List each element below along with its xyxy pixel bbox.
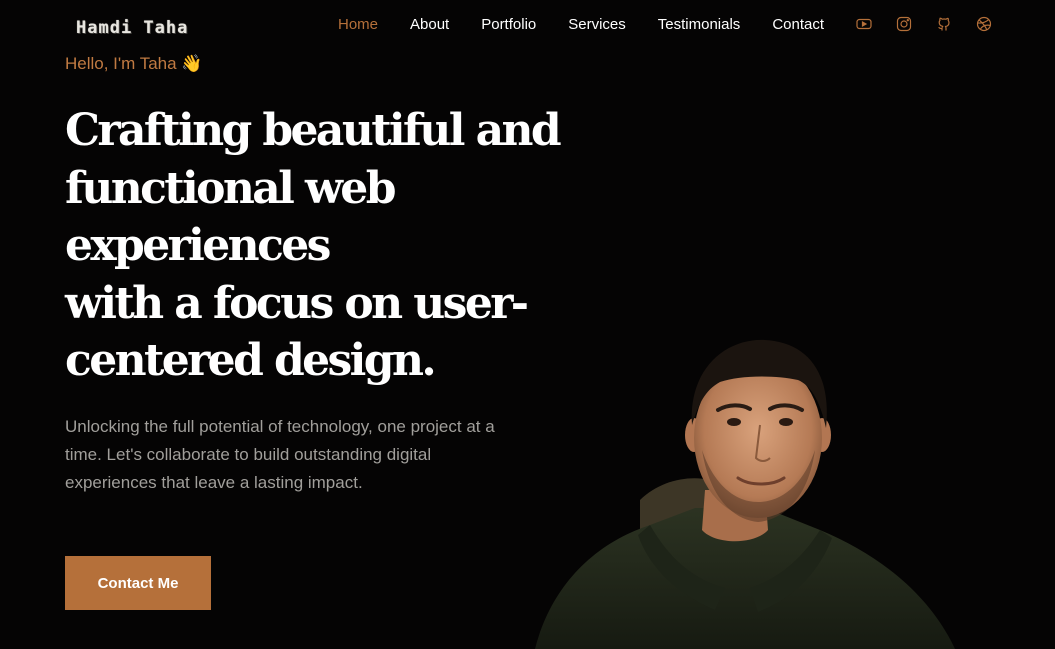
nav-home[interactable]: Home — [338, 16, 378, 34]
dribbble-icon[interactable] — [976, 16, 992, 32]
hero-greeting: Hello, I'm Taha 👋 — [65, 54, 203, 73]
nav-portfolio[interactable]: Portfolio — [481, 16, 536, 34]
nav-services[interactable]: Services — [568, 16, 626, 34]
instagram-icon[interactable] — [896, 16, 912, 32]
headline-line: experiences — [65, 220, 331, 271]
youtube-icon[interactable] — [856, 16, 872, 32]
nav-contact[interactable]: Contact — [772, 16, 824, 34]
headline-line: functional web — [65, 162, 396, 214]
hero-tagline: Unlocking the full potential of technolo… — [65, 417, 495, 492]
social-links — [856, 16, 992, 32]
headline-line: Crafting beautiful and — [65, 105, 562, 156]
headline-line: with a focus on user- — [65, 277, 529, 329]
main-nav: Home About Portfolio Services Testimonia… — [338, 16, 824, 34]
hero-headline: Crafting beautiful and functional web ex… — [65, 102, 562, 390]
nav-testimonials[interactable]: Testimonials — [658, 16, 741, 34]
site-logo[interactable]: Hamdi Taha — [76, 18, 188, 38]
headline-line: centered design. — [65, 335, 437, 386]
github-icon[interactable] — [936, 16, 952, 32]
contact-me-button[interactable]: Contact Me — [65, 556, 211, 610]
portrait-photo — [520, 330, 970, 649]
nav-about[interactable]: About — [410, 16, 449, 34]
